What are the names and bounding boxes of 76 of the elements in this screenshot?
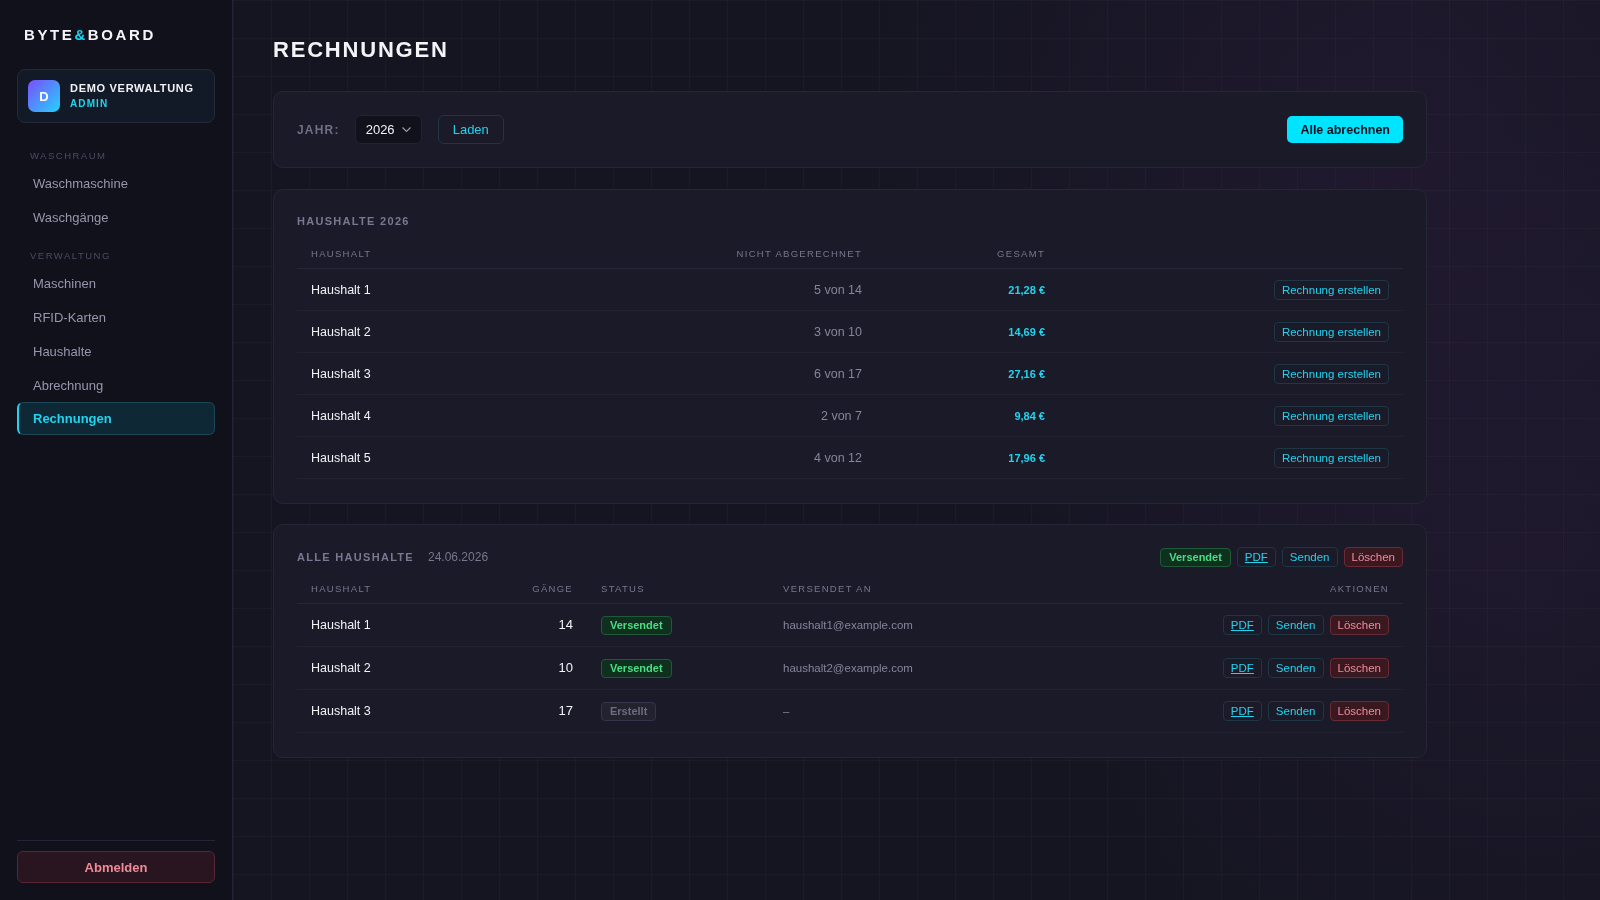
- user-role: ADMIN: [70, 98, 109, 110]
- load-button[interactable]: Laden: [437, 115, 504, 144]
- status-badge: Versendet: [601, 615, 672, 635]
- bill-all-button[interactable]: Alle abrechnen: [1287, 116, 1403, 143]
- status-badge: Versendet: [601, 658, 672, 678]
- send-button[interactable]: Senden: [1281, 547, 1338, 567]
- recipient-email: haushalt1@example.com: [783, 618, 913, 633]
- create-invoice-button[interactable]: Rechnung erstellen: [1273, 321, 1389, 342]
- household-name: Haushalt 5: [311, 449, 371, 466]
- unbilled-count: 2 von 7: [821, 407, 862, 424]
- delete-button[interactable]: Löschen: [1329, 615, 1389, 635]
- chevron-down-icon: [401, 127, 411, 132]
- status-badge: Versendet: [1160, 547, 1231, 567]
- household-name: Haushalt 3: [311, 365, 371, 382]
- column-header: NICHT ABGERECHNET: [736, 246, 862, 261]
- sidebar-item[interactable]: Maschinen: [17, 266, 215, 300]
- unbilled-count: 5 von 14: [814, 281, 862, 298]
- create-invoice-button[interactable]: Rechnung erstellen: [1273, 363, 1389, 384]
- household-name: Haushalt 3: [311, 703, 371, 719]
- send-button[interactable]: Senden: [1267, 658, 1324, 678]
- recipient-email: –: [783, 704, 790, 719]
- column-header: GESAMT: [997, 246, 1045, 261]
- create-invoice-button[interactable]: Rechnung erstellen: [1273, 405, 1389, 426]
- create-invoice-button[interactable]: Rechnung erstellen: [1273, 447, 1389, 468]
- unbilled-count: 4 von 12: [814, 449, 862, 466]
- send-button[interactable]: Senden: [1267, 615, 1324, 635]
- household-name: Haushalt 2: [311, 660, 371, 676]
- sidebar-item[interactable]: Rechnungen: [17, 402, 215, 435]
- sidebar-item[interactable]: Waschgänge: [17, 200, 215, 234]
- delete-button[interactable]: Löschen: [1329, 658, 1389, 678]
- year-select[interactable]: 2026: [354, 115, 422, 144]
- total-amount: 27,16 €: [1008, 366, 1045, 382]
- card-title: HAUSHALTE 2026: [297, 214, 411, 228]
- household-name: Haushalt 2: [311, 323, 371, 340]
- logo: BYTE&BOARD: [24, 26, 156, 44]
- section-title: WASCHRAUM: [29, 150, 108, 162]
- status-badge: Erstellt: [601, 701, 657, 721]
- pdf-link[interactable]: PDF: [1222, 658, 1262, 678]
- logout-button[interactable]: Abmelden: [17, 851, 215, 883]
- column-header: HAUSHALT: [311, 581, 372, 596]
- section-title: VERWALTUNG: [29, 250, 112, 262]
- invoice-date: 24.06.2026: [428, 550, 489, 564]
- column-header: HAUSHALT: [311, 246, 372, 261]
- page-title: RECHNUNGEN: [273, 37, 449, 63]
- household-name: Haushalt 1: [311, 281, 371, 298]
- create-invoice-button[interactable]: Rechnung erstellen: [1273, 279, 1389, 300]
- sidebar-item[interactable]: RFID-Karten: [17, 300, 215, 334]
- unbilled-count: 3 von 10: [814, 323, 862, 340]
- column-header: VERSENDET AN: [783, 581, 872, 596]
- sidebar-item[interactable]: Abrechnung: [17, 368, 215, 402]
- column-header: GÄNGE: [532, 581, 573, 596]
- avatar: D: [28, 80, 60, 112]
- sidebar-item[interactable]: Waschmaschine: [17, 166, 215, 200]
- send-button[interactable]: Senden: [1267, 701, 1324, 721]
- total-amount: 21,28 €: [1008, 282, 1045, 298]
- total-amount: 14,69 €: [1008, 324, 1045, 340]
- recipient-email: haushalt2@example.com: [783, 661, 913, 676]
- household-name: Haushalt 1: [311, 617, 371, 633]
- delete-button[interactable]: Löschen: [1329, 701, 1389, 721]
- pdf-link[interactable]: PDF: [1236, 547, 1276, 567]
- column-header: AKTIONEN: [1330, 581, 1389, 596]
- pdf-link[interactable]: PDF: [1222, 701, 1262, 721]
- sidebar-item[interactable]: Haushalte: [17, 334, 215, 368]
- column-header: STATUS: [601, 581, 645, 596]
- run-count: 17: [558, 703, 573, 719]
- run-count: 14: [558, 617, 573, 633]
- total-amount: 9,84 €: [1014, 408, 1045, 424]
- unbilled-count: 6 von 17: [814, 365, 862, 382]
- card-title: ALLE HAUSHALTE: [297, 550, 414, 564]
- delete-button[interactable]: Löschen: [1343, 547, 1403, 567]
- total-amount: 17,96 €: [1008, 450, 1045, 466]
- year-label: JAHR:: [297, 122, 340, 137]
- user-name: DEMO VERWALTUNG: [70, 82, 194, 95]
- pdf-link[interactable]: PDF: [1222, 615, 1262, 635]
- run-count: 10: [558, 660, 573, 676]
- household-name: Haushalt 4: [311, 407, 371, 424]
